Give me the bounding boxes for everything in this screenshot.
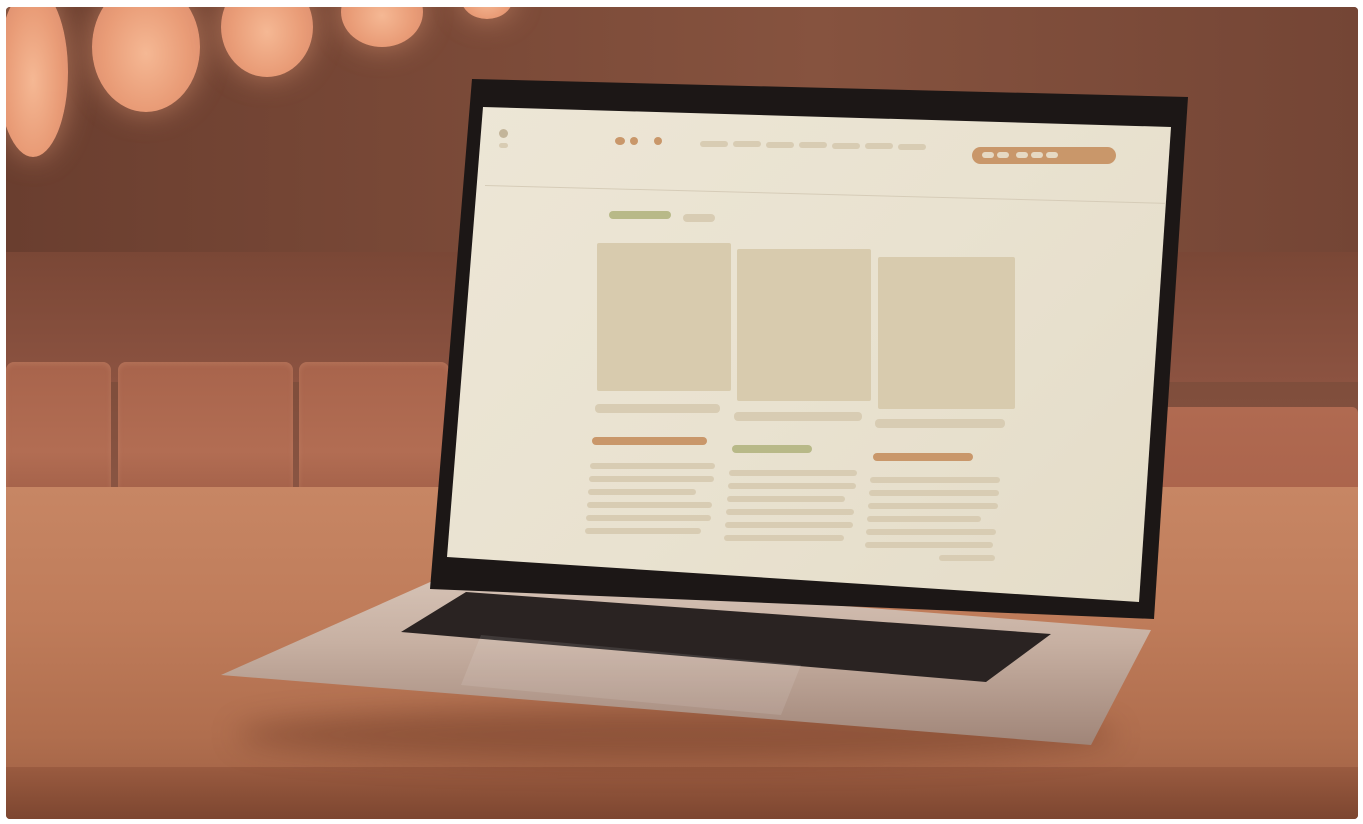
card-heading [732, 445, 812, 453]
card-text-line [729, 470, 857, 476]
card-text-line [866, 529, 996, 535]
cta-label [1031, 152, 1043, 158]
card-heading [873, 453, 973, 461]
card-text-line [587, 502, 712, 508]
card-text-line [939, 555, 995, 561]
laptop-screen [447, 107, 1171, 602]
nav-item[interactable] [799, 142, 827, 148]
card-image[interactable] [737, 249, 871, 401]
nav-item[interactable] [832, 143, 860, 149]
header-icon [654, 137, 662, 145]
header-icon [630, 137, 638, 145]
card-caption [595, 404, 720, 413]
tab-active[interactable] [609, 211, 671, 219]
nav-item[interactable] [865, 143, 893, 149]
nav-item[interactable] [898, 144, 926, 150]
table-edge [6, 767, 1358, 819]
card-text-line [724, 535, 844, 541]
card-text-line [727, 496, 845, 502]
card-text-line [725, 522, 853, 528]
tab[interactable] [683, 214, 715, 222]
card-caption [875, 419, 1005, 428]
logo-text [499, 143, 508, 148]
cta-label [982, 152, 994, 158]
card-text-line [588, 489, 696, 495]
card-text-line [870, 477, 1000, 483]
nav-item[interactable] [733, 141, 761, 147]
card-text-line [590, 463, 715, 469]
card-text-line [726, 509, 854, 515]
nav-item[interactable] [700, 141, 728, 147]
header-cta-button[interactable] [972, 147, 1116, 164]
card-text-line [728, 483, 856, 489]
card-text-line [585, 528, 701, 534]
cta-label [1016, 152, 1028, 158]
header-icon [615, 137, 625, 145]
cta-label [997, 152, 1009, 158]
card-image[interactable] [878, 257, 1015, 409]
card-text-line [589, 476, 714, 482]
card-image[interactable] [597, 243, 731, 391]
header-divider [484, 185, 1171, 204]
nav-item[interactable] [766, 142, 794, 148]
card-text-line [869, 490, 999, 496]
card-text-line [865, 542, 993, 548]
card-heading [592, 437, 707, 445]
card-caption [734, 412, 862, 421]
app-logo-icon [499, 129, 508, 138]
card-text-line [867, 516, 981, 522]
photo-scene [6, 7, 1358, 819]
cta-label [1046, 152, 1058, 158]
card-text-line [868, 503, 998, 509]
card-text-line [586, 515, 711, 521]
